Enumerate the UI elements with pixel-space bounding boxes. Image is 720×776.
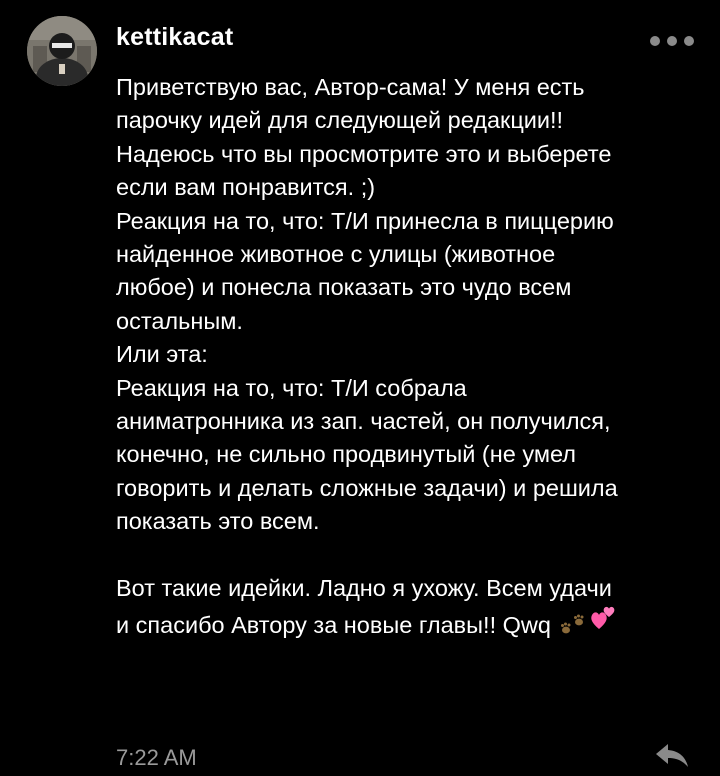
message-line: Приветствую вас, Автор-сама! У меня есть <box>116 74 585 100</box>
more-dot <box>667 36 677 46</box>
comment-post: kettikacat Приветствую вас, Автор-сама! … <box>0 0 720 776</box>
user-avatar-image <box>27 16 97 86</box>
message-line: найденное животное с улицы (животное <box>116 240 556 267</box>
message-line-text: и спасибо Автору за новые главы!! Qwq <box>116 612 551 639</box>
reply-icon[interactable] <box>652 740 692 770</box>
message-line: конечно, не сильно продвинутый (не умел <box>116 441 576 468</box>
message-line-last: и спасибо Автору за новые главы!! Qwq <box>116 605 716 638</box>
message-line: показать это всем. <box>116 508 320 535</box>
more-dot <box>684 36 694 46</box>
message-line: Вот такие идейки. Ладно я ухожу. Всем уд… <box>116 574 612 601</box>
message-body: Приветствую вас, Автор-сама! У меня есть… <box>116 71 716 639</box>
paw-prints-emoji <box>559 611 589 646</box>
more-dot <box>650 36 660 46</box>
message-line: Реакция на то, что: Т/И принесла в пицце… <box>116 207 614 234</box>
message-line: остальным. <box>116 307 243 334</box>
username[interactable]: kettikacat <box>116 23 233 52</box>
message-line: если вам понравится. ;) <box>116 174 376 201</box>
timestamp: 7:22 AM <box>116 745 197 770</box>
message-line: аниматронника из зап. частей, он получил… <box>116 407 611 434</box>
message-line: парочку идей для следующей редакции!! <box>116 107 564 134</box>
message-line: Надеюсь что вы просмотрите это и выберет… <box>116 140 612 167</box>
more-horizontal-icon[interactable] <box>650 35 694 47</box>
message-line: Реакция на то, что: Т/И собрала <box>116 374 467 401</box>
message-line: любое) и понесла показать это чудо всем <box>116 274 572 301</box>
two-hearts-emoji <box>589 605 617 640</box>
message-line: Или эта: <box>116 341 208 368</box>
avatar[interactable] <box>27 16 97 86</box>
message-line: говорить и делать сложные задачи) и реши… <box>116 474 618 501</box>
